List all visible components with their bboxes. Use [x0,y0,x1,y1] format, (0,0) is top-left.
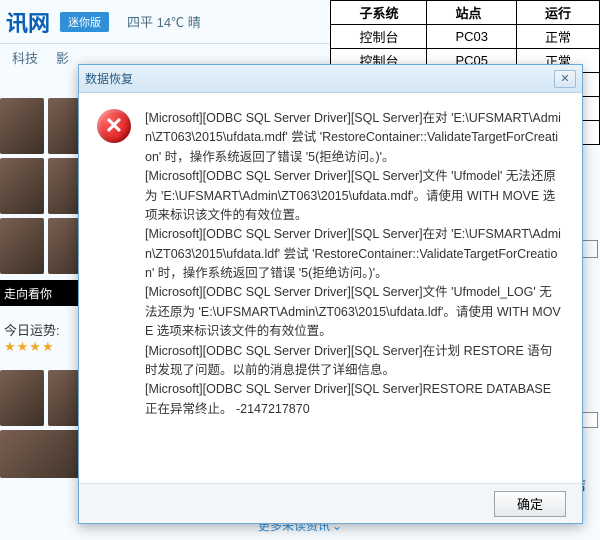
edition-badge: 迷你版 [60,12,109,32]
dialog-titlebar[interactable]: 数据恢复 ✕ [79,65,582,93]
nav-entertainment[interactable]: 影 [56,48,69,67]
thumb-image[interactable] [0,98,44,154]
weather-temp: 14℃ [157,15,184,30]
error-icon: ✕ [97,109,131,143]
primary-nav: 科技 影 [0,44,69,70]
col-site: 站点 [427,1,517,25]
error-x-glyph: ✕ [105,113,123,139]
ok-button[interactable]: 确定 [494,491,566,517]
thumb-image[interactable] [0,218,44,274]
nav-science[interactable]: 科技 [12,48,38,67]
fortune-stars: ★★★★ [4,339,55,354]
weather-cond: 晴 [188,15,201,30]
error-dialog: 数据恢复 ✕ ✕ [Microsoft][ODBC SQL Server Dri… [78,64,583,524]
dialog-body: ✕ [Microsoft][ODBC SQL Server Driver][SQ… [79,93,582,483]
col-subsystem: 子系统 [331,1,427,25]
close-icon: ✕ [560,72,569,85]
thumb-image[interactable] [0,370,44,426]
dialog-footer: 确定 [79,483,582,523]
fortune-block: 今日运势: ★★★★ [4,320,60,355]
fortune-label: 今日运势: [4,323,60,338]
site-logo: 讯网 [0,6,56,38]
table-header-row: 子系统 站点 运行 [331,1,600,25]
dialog-title: 数据恢复 [85,70,554,87]
close-button[interactable]: ✕ [554,70,576,88]
error-message: [Microsoft][ODBC SQL Server Driver][SQL … [145,109,564,473]
weather-city: 四平 [127,15,153,30]
thumb-image[interactable] [0,158,44,214]
col-status: 运行 [516,1,599,25]
weather-text: 四平 14℃ 晴 [127,12,201,31]
table-row: 控制台PC03正常 [331,25,600,49]
